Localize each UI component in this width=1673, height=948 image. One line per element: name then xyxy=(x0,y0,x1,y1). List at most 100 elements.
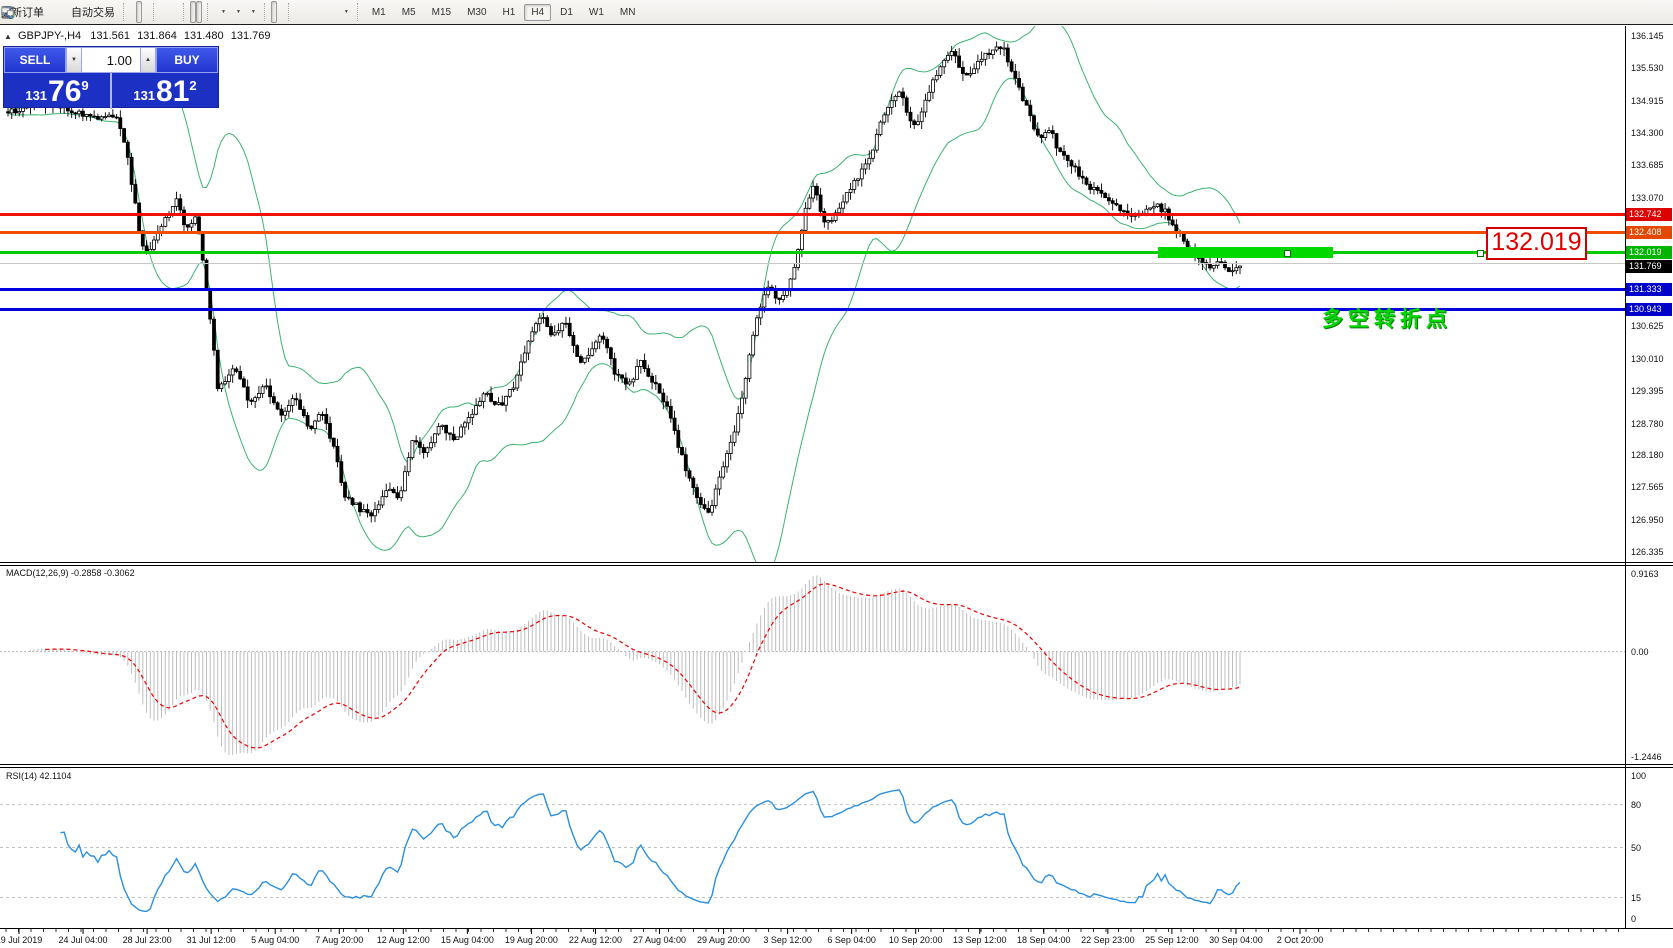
chevron-down-icon[interactable]: ▼ xyxy=(236,9,241,15)
timeframe-m30[interactable]: M30 xyxy=(460,4,493,21)
periods-button[interactable]: ▼ xyxy=(229,1,244,23)
chevron-down-icon[interactable]: ▼ xyxy=(251,9,256,15)
time-label: 12 Aug 12:00 xyxy=(377,935,430,945)
rsi-tick-label: 15 xyxy=(1631,893,1641,903)
timeframe-mn[interactable]: MN xyxy=(613,4,643,21)
text-label-button[interactable]: T xyxy=(331,1,337,23)
price-axis[interactable]: 136.145 135.530 134.915 134.300 133.685 133.0… xyxy=(1626,26,1673,928)
toolbar-separator xyxy=(357,3,359,21)
mt4-window: 新订单 自动交易 ▼ ▼ ▼ EFAT ▼ M1M5M15M30H1H4D1W1MN ▲ GB… xyxy=(0,0,1673,948)
level-price-label: 130.943 xyxy=(1626,303,1672,316)
price-tick-label: 136.145 xyxy=(1631,31,1664,41)
horizontal-level-line[interactable] xyxy=(0,251,1625,254)
templates-button[interactable]: ▼ xyxy=(244,1,259,23)
horizontal-level-line[interactable] xyxy=(0,288,1625,291)
volume-input[interactable]: 1.00 xyxy=(82,47,140,73)
level-price-label: 132.019 xyxy=(1626,246,1672,259)
trend-highlight-bar[interactable] xyxy=(1158,247,1333,258)
macd-tick-label: -1.2446 xyxy=(1631,752,1662,762)
fibonacci-button[interactable]: F xyxy=(319,1,325,23)
price-tick-label: 127.565 xyxy=(1631,482,1664,492)
buy-price[interactable]: 131812 xyxy=(110,73,218,109)
symbol-title: GBPJPY-,H4 xyxy=(18,30,81,42)
bid-price-label: 131.769 xyxy=(1626,260,1672,273)
price-tick-label: 135.530 xyxy=(1631,63,1664,73)
timeframe-d1[interactable]: D1 xyxy=(553,4,580,21)
crosshair-button[interactable] xyxy=(277,1,283,23)
ohlc-high: 131.864 xyxy=(137,30,177,42)
rsi-tick-label: 0 xyxy=(1631,914,1636,924)
volume-decrease-button[interactable]: ▼ xyxy=(66,47,82,73)
vertical-line-button[interactable] xyxy=(295,1,301,23)
rsi-label: RSI(14) 42.1104 xyxy=(6,771,71,781)
timeframe-m15[interactable]: M15 xyxy=(425,4,458,21)
search-icon[interactable] xyxy=(1646,1,1652,23)
volume-stepper: ▼ 1.00 ▲ xyxy=(66,47,156,73)
chart-header: ▲ GBPJPY-,H4 131.561 131.864 131.480 131… xyxy=(4,30,270,42)
toolbar: 新订单 自动交易 ▼ ▼ ▼ EFAT ▼ M1M5M15M30H1H4D1W1MN xyxy=(0,0,1673,25)
chat-icon[interactable] xyxy=(1658,1,1664,23)
time-label: 27 Aug 04:00 xyxy=(633,935,686,945)
collapse-icon[interactable]: ▲ xyxy=(4,32,12,41)
price-tick-label: 133.070 xyxy=(1631,193,1664,203)
horizontal-level-line[interactable] xyxy=(0,213,1625,216)
chevron-down-icon[interactable]: ▼ xyxy=(344,9,349,15)
toolbar-separator xyxy=(183,3,185,21)
buy-button[interactable]: BUY xyxy=(156,47,218,73)
macd-canvas[interactable] xyxy=(0,566,1625,764)
horizontal-level-line[interactable] xyxy=(0,231,1625,234)
price-tick-label: 134.915 xyxy=(1631,96,1664,106)
price-tick-label: 130.010 xyxy=(1631,354,1664,364)
macd-tick-label: 0.00 xyxy=(1631,647,1649,657)
price-tick-label: 130.625 xyxy=(1631,321,1664,331)
timeframe-h1[interactable]: H1 xyxy=(496,4,523,21)
macd-label: MACD(12,26,9) -0.2858 -0.3062 xyxy=(6,568,135,578)
arrows-button[interactable]: ▼ xyxy=(337,1,352,23)
timeframe-m5[interactable]: M5 xyxy=(395,4,423,21)
toolbar-separator xyxy=(288,3,290,21)
cursor-button[interactable] xyxy=(271,1,277,23)
line-chart-button[interactable] xyxy=(142,1,148,23)
price-tick-label: 129.395 xyxy=(1631,386,1664,396)
time-label: 29 Aug 20:00 xyxy=(697,935,750,945)
volume-increase-button[interactable]: ▲ xyxy=(140,47,156,73)
sell-button[interactable]: SELL xyxy=(4,47,66,73)
horizontal-line-button[interactable] xyxy=(301,1,307,23)
timeframe-w1[interactable]: W1 xyxy=(582,4,611,21)
toolbar-button-label: 新订单 xyxy=(11,4,44,20)
chart-shift-button[interactable] xyxy=(196,1,202,23)
turning-point-annotation[interactable]: 多空转折点 xyxy=(1322,303,1452,333)
time-label: 10 Sep 20:00 xyxy=(889,935,943,945)
main-chart-canvas[interactable] xyxy=(0,26,1625,562)
timeframe-h4[interactable]: H4 xyxy=(524,4,551,21)
macd-tick-label: 0.9163 xyxy=(1631,569,1659,579)
ohlc-low: 131.480 xyxy=(184,30,224,42)
sell-price[interactable]: 131769 xyxy=(4,73,110,109)
toolbar-right xyxy=(1646,1,1664,23)
equidistant-channel-button[interactable]: E xyxy=(313,1,319,23)
toolbar-separator xyxy=(207,3,209,21)
rsi-canvas[interactable] xyxy=(0,768,1625,928)
price-tick-label: 133.685 xyxy=(1631,160,1664,170)
ask-price-line[interactable] xyxy=(0,263,1625,264)
chevron-down-icon[interactable]: ▼ xyxy=(221,9,226,15)
price-tick-label: 126.335 xyxy=(1631,547,1664,557)
price-tick-label: 128.180 xyxy=(1631,450,1664,460)
timeframe-m1[interactable]: M1 xyxy=(365,4,393,21)
toolbar-button-label: 自动交易 xyxy=(71,4,115,20)
time-label: 28 Jul 23:00 xyxy=(123,935,172,945)
time-label: 13 Sep 12:00 xyxy=(953,935,1007,945)
selection-handle[interactable] xyxy=(1477,250,1484,257)
price-tick-label: 134.300 xyxy=(1631,128,1664,138)
trendline-button[interactable] xyxy=(307,1,313,23)
time-axis[interactable]: 19 Jul 201924 Jul 04:0028 Jul 23:0031 Ju… xyxy=(0,928,1673,948)
text-button[interactable]: A xyxy=(325,1,331,23)
ohlc-close: 131.769 xyxy=(231,30,271,42)
time-label: 19 Aug 20:00 xyxy=(505,935,558,945)
tile-windows-button[interactable] xyxy=(172,1,178,23)
price-callout[interactable]: 132.019 xyxy=(1486,227,1587,260)
indicators-button[interactable]: ▼ xyxy=(214,1,229,23)
auto-trading-button[interactable]: 自动交易 xyxy=(65,1,118,23)
time-label: 3 Sep 12:00 xyxy=(763,935,812,945)
selection-handle[interactable] xyxy=(1284,250,1291,257)
